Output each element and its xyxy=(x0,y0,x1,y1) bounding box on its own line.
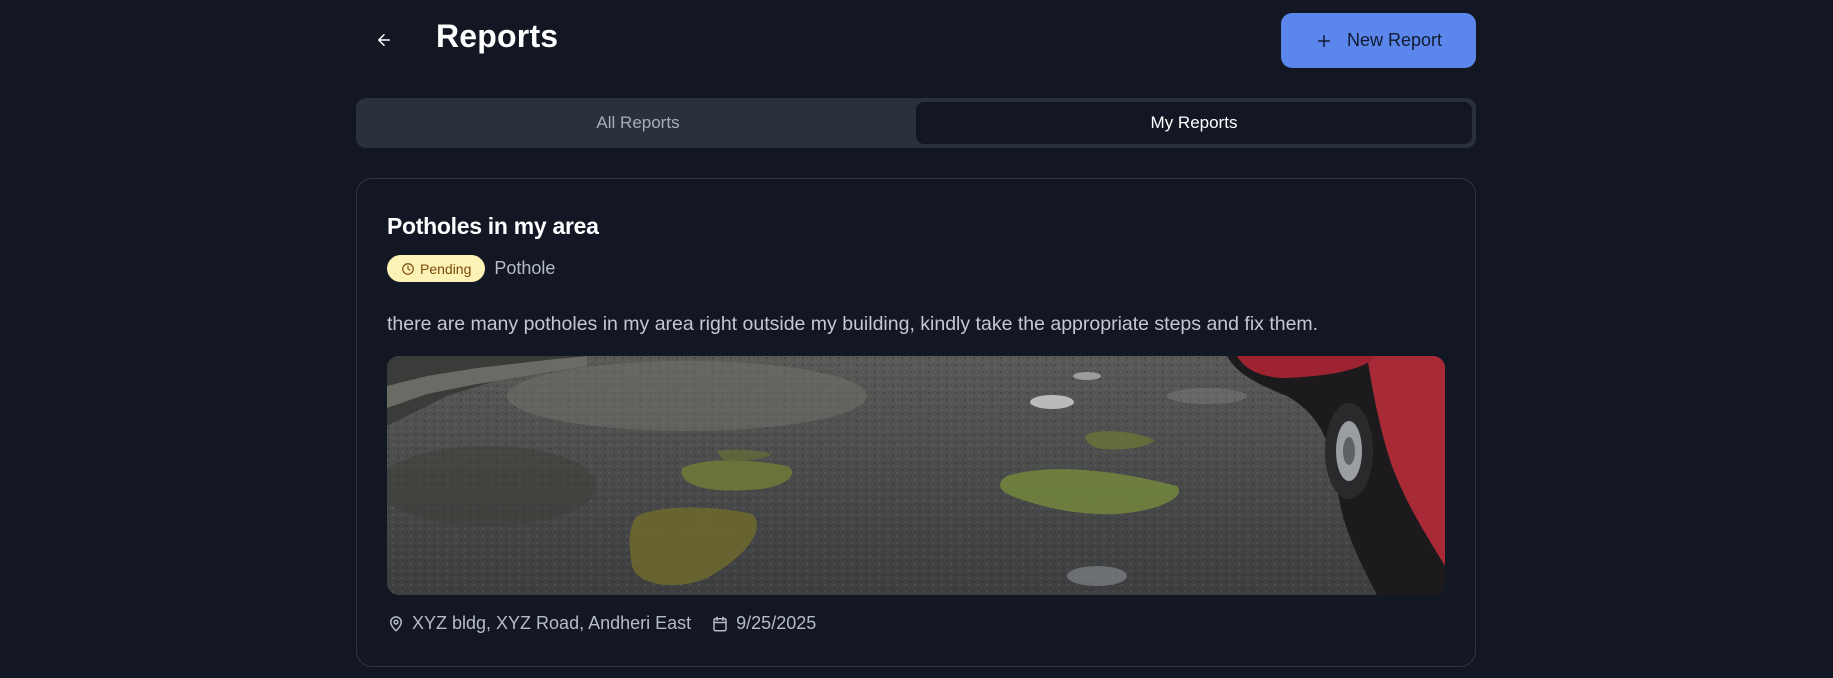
status-label: Pending xyxy=(420,260,472,277)
new-report-button[interactable]: New Report xyxy=(1281,13,1476,68)
clock-icon xyxy=(402,262,414,275)
back-button[interactable] xyxy=(366,22,402,58)
date-text: 9/25/2025 xyxy=(736,613,817,633)
reports-page: Reports New Report All Reports My Report… xyxy=(0,0,1833,678)
plus-icon xyxy=(1317,34,1330,47)
calendar-icon xyxy=(713,616,727,631)
arrow-left-icon xyxy=(378,34,390,46)
report-tabs: All Reports My Reports xyxy=(356,98,1476,148)
pothole-photo xyxy=(387,356,1445,595)
page-title: Reports xyxy=(436,18,559,54)
report-photo[interactable] xyxy=(387,356,1445,595)
report-location: XYZ bldg, XYZ Road, Andheri East xyxy=(387,613,691,634)
report-card[interactable]: Potholes in my area Pending Pothole ther… xyxy=(356,178,1476,667)
new-report-label: New Report xyxy=(1346,30,1443,50)
page-header: Reports New Report xyxy=(356,0,1476,82)
report-footer: XYZ bldg, XYZ Road, Andheri East 9/25/20… xyxy=(387,613,816,634)
report-description: there are many potholes in my area right… xyxy=(387,313,1319,335)
tab-all-reports[interactable]: All Reports xyxy=(360,102,916,144)
tab-my-reports[interactable]: My Reports xyxy=(916,102,1472,144)
report-date: 9/25/2025 xyxy=(711,613,816,634)
location-text: XYZ bldg, XYZ Road, Andheri East xyxy=(412,613,692,633)
map-pin-icon xyxy=(390,615,402,631)
main-container: Reports New Report All Reports My Report… xyxy=(356,0,1476,667)
report-title: Potholes in my area xyxy=(387,213,599,239)
report-meta: Pending Pothole xyxy=(387,255,555,282)
report-category: Pothole xyxy=(494,258,556,278)
status-badge: Pending xyxy=(387,255,486,282)
